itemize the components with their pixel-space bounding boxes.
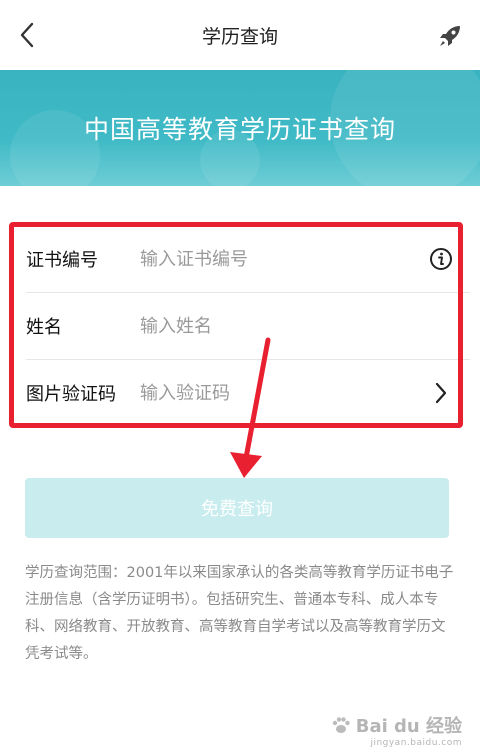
watermark-subtext: jingyan.baidu.com [370,738,462,748]
rocket-button[interactable] [436,22,464,50]
query-form: 证书编号 姓名 图片验证码 [10,226,470,426]
captcha-label: 图片验证码 [26,384,116,405]
chevron-right-icon [435,382,447,404]
paw-icon [332,717,350,733]
watermark: Bai du 经验 jingyan.baidu.com [330,712,462,748]
certificate-number-row: 证书编号 [10,226,470,292]
query-scope-description: 学历查询范围：2001年以来国家承认的各类高等教育学历证书电子注册信息（含学历证… [25,565,454,662]
free-query-button[interactable]: 免费查询 [25,478,449,538]
info-button[interactable] [428,246,454,272]
certificate-number-label: 证书编号 [26,250,98,271]
captcha-row: 图片验证码 [10,360,470,426]
rocket-icon [440,26,460,46]
certificate-number-input[interactable] [140,239,410,279]
top-bar: 学历查询 [0,0,480,70]
name-row: 姓名 [10,293,470,359]
info-icon [430,248,452,270]
name-label: 姓名 [26,317,62,338]
page-title: 学历查询 [201,26,278,48]
captcha-input[interactable] [140,373,410,413]
watermark-text: Bai du 经验 [355,716,462,737]
banner-title: 中国高等教育学历证书查询 [83,115,396,144]
spacer [0,186,480,226]
captcha-expand-button[interactable] [428,380,454,406]
name-input[interactable] [140,306,410,346]
banner: 中国高等教育学历证书查询 [0,70,480,186]
